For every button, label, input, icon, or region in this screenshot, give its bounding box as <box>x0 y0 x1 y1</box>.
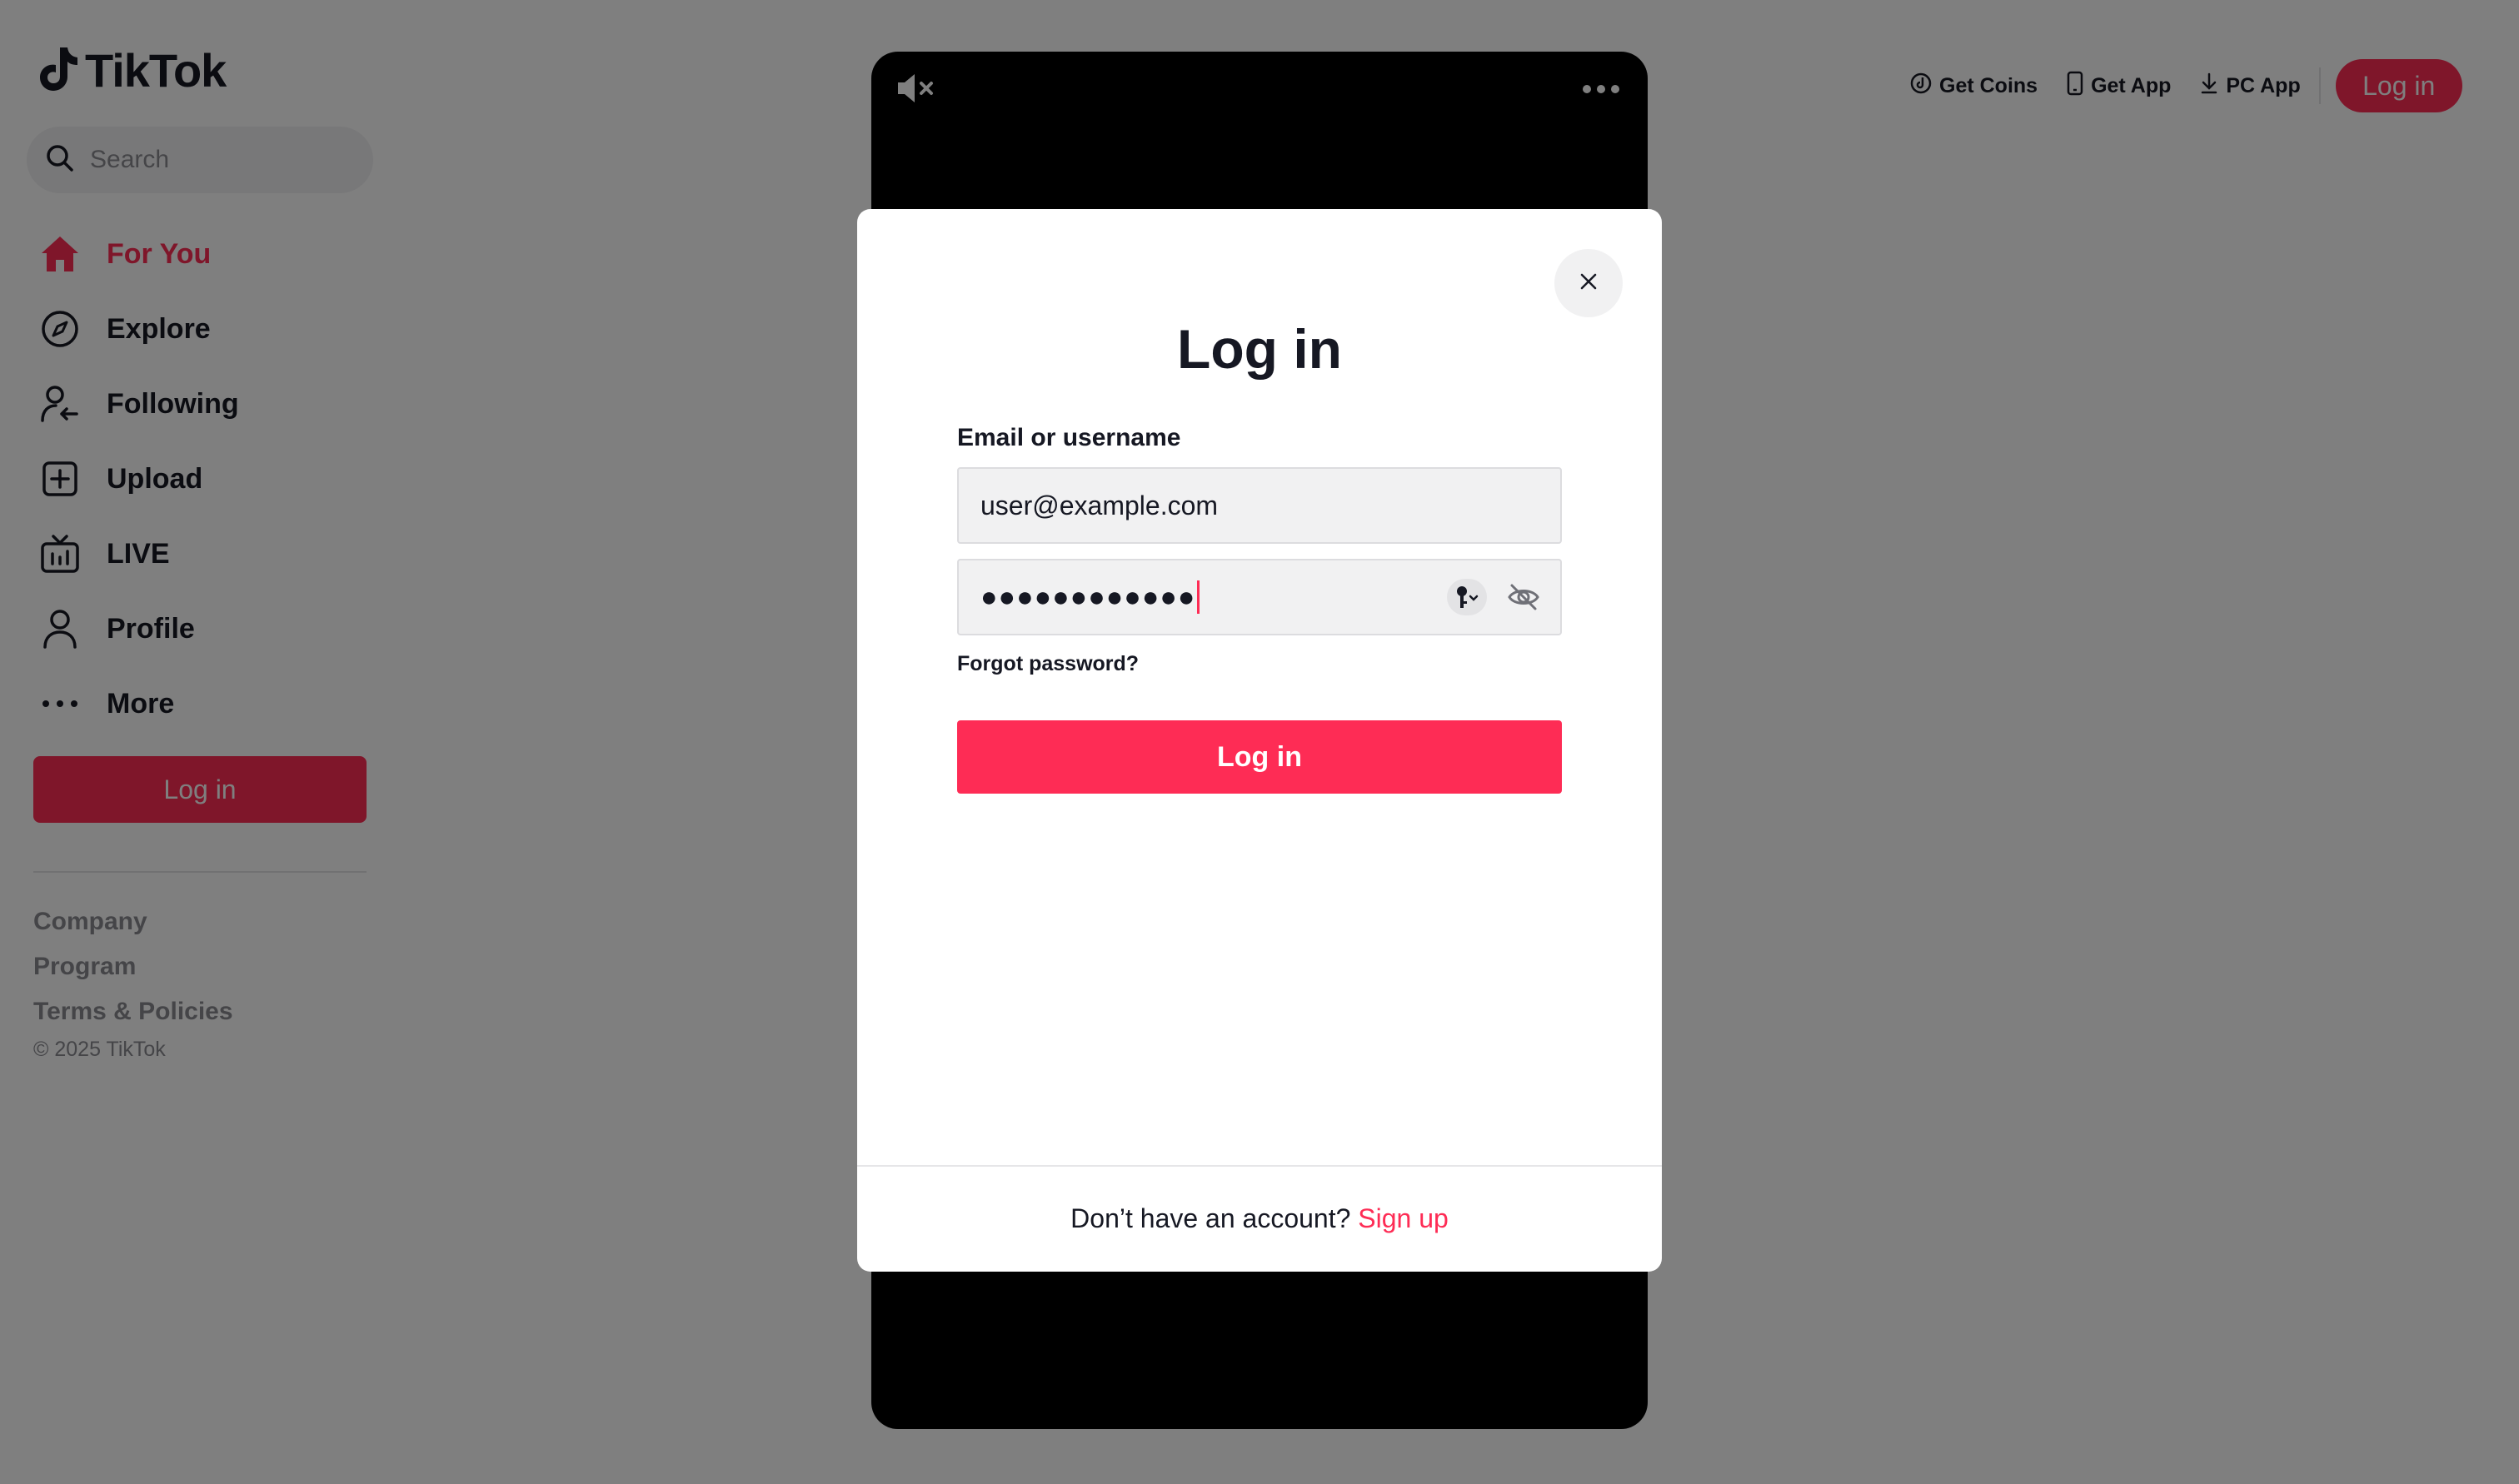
password-masked: ●●●●●●●●●●●● <box>980 580 1196 613</box>
close-button[interactable] <box>1554 249 1623 317</box>
signup-row: Don’t have an account? Sign up <box>857 1203 1662 1234</box>
password-value: ●●●●●●●●●●●● <box>980 580 1200 614</box>
password-manager-key-icon[interactable] <box>1447 579 1487 615</box>
email-field[interactable]: user@example.com <box>957 467 1562 544</box>
signup-link[interactable]: Sign up <box>1358 1203 1449 1233</box>
close-icon <box>1579 271 1599 296</box>
email-label: Email or username <box>957 424 1181 451</box>
password-field[interactable]: ●●●●●●●●●●●● <box>957 559 1562 635</box>
modal-title: Log in <box>1177 318 1342 380</box>
eye-off-icon[interactable] <box>1507 582 1540 616</box>
login-modal: Log in Email or username user@example.co… <box>857 209 1662 1272</box>
email-value: user@example.com <box>980 490 1219 520</box>
text-caret <box>1197 580 1200 614</box>
modal-divider <box>857 1165 1662 1167</box>
signup-prompt: Don’t have an account? <box>1070 1203 1351 1233</box>
forgot-password-link[interactable]: Forgot password? <box>957 652 1139 676</box>
login-submit-button[interactable]: Log in <box>957 720 1562 794</box>
